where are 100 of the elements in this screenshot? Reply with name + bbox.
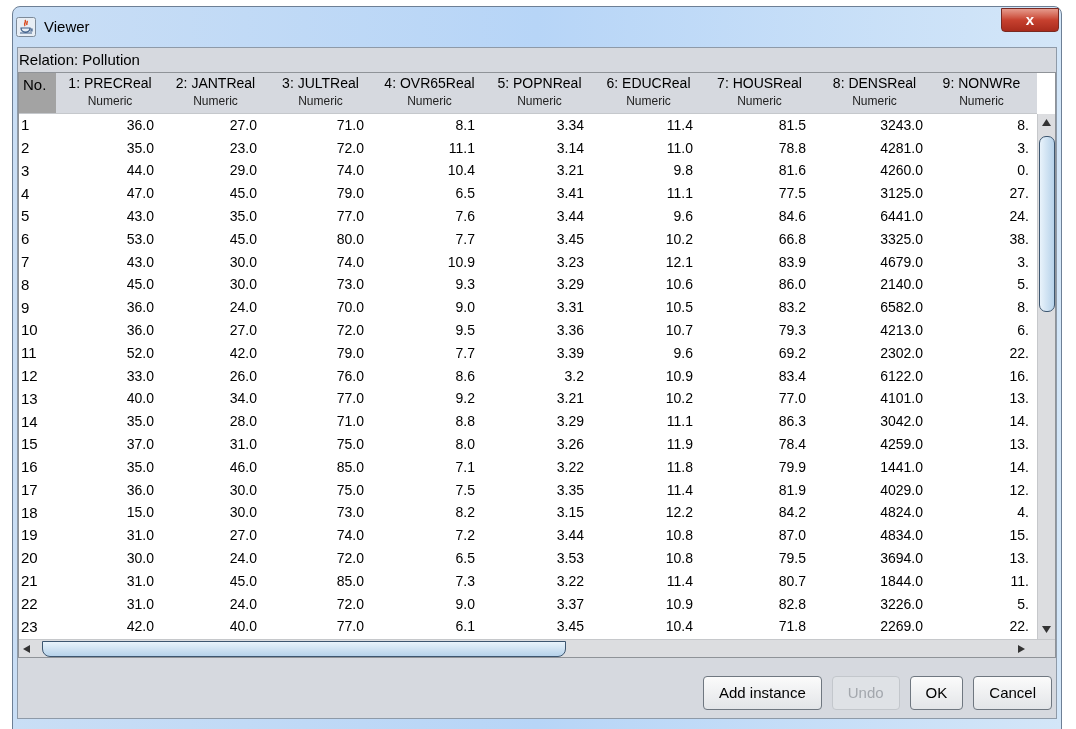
dialog-button[interactable]: OK xyxy=(909,676,964,710)
column-header[interactable]: No. xyxy=(19,73,56,113)
table-cell-text: 76.0 xyxy=(335,366,365,386)
table-cell-text: 9.6 xyxy=(672,343,694,363)
row-number: 7 xyxy=(20,251,31,272)
table-cell-text: 31.0 xyxy=(125,594,155,614)
column-header[interactable]: 3: JULTReal xyxy=(282,74,359,92)
table-cell-text: 10.9 xyxy=(446,252,476,272)
table-cell-text: 10.8 xyxy=(664,526,694,546)
table-cell-text: 9.2 xyxy=(454,389,476,409)
table-cell-text: 10.9 xyxy=(664,594,694,614)
column-header[interactable]: 6: EDUCReal xyxy=(606,74,691,92)
table-cell-text: 45.0 xyxy=(228,571,258,591)
row-number: 10 xyxy=(20,320,39,341)
table-cell-text: 71.8 xyxy=(777,617,807,637)
scroll-left-icon[interactable] xyxy=(23,644,30,653)
table-cell-text: 9.0 xyxy=(454,594,476,614)
table-cell-text: 0. xyxy=(1016,161,1030,181)
column-header[interactable]: 8: DENSReal xyxy=(832,74,917,92)
table-cell-text: 30.0 xyxy=(125,549,155,569)
table-cell-text: 24.0 xyxy=(228,298,258,318)
table-cell-text: 78.8 xyxy=(777,138,807,158)
table-cell-text: 31.0 xyxy=(228,435,258,455)
table-cell-text: 42.0 xyxy=(125,617,155,637)
scrollbar-thumb[interactable] xyxy=(1038,136,1055,312)
table-cell-text: 81.6 xyxy=(777,161,807,181)
table-cell-text: 82.8 xyxy=(777,594,807,614)
row-number: 16 xyxy=(20,457,39,478)
table-cell-text: 7.7 xyxy=(454,343,476,363)
table-cell-text: 12.1 xyxy=(664,252,694,272)
table-cell-text: 35.0 xyxy=(125,412,155,432)
table-cell-text: 36.0 xyxy=(125,115,155,135)
column-header[interactable]: 5: POPNReal xyxy=(497,74,582,92)
table-cell-text: 1441.0 xyxy=(879,457,924,477)
scroll-up-icon[interactable] xyxy=(1042,119,1051,126)
table-cell-text: 3.22 xyxy=(555,571,585,591)
table-cell-text: 3243.0 xyxy=(879,115,924,135)
table-cell-text: 79.0 xyxy=(335,184,365,204)
row-number: 14 xyxy=(20,411,39,432)
table-cell-text: 4281.0 xyxy=(879,138,924,158)
table-cell-text: 83.4 xyxy=(777,366,807,386)
table-cell-text: 70.0 xyxy=(335,298,365,318)
table-cell-text: 35.0 xyxy=(228,207,258,227)
table-cell-text: 4213.0 xyxy=(879,321,924,341)
table-cell-text: 44.0 xyxy=(125,161,155,181)
table-cell-text: 8.0 xyxy=(454,435,476,455)
table-cell-text: 3.2 xyxy=(563,366,585,386)
table-cell-text: 6.5 xyxy=(454,184,476,204)
table-cell-text: 72.0 xyxy=(335,138,365,158)
table-cell-text: 30.0 xyxy=(228,275,258,295)
table-cell-text: 23.0 xyxy=(228,138,258,158)
table-cell-text: 7.1 xyxy=(454,457,476,477)
table-cell-text: 3.53 xyxy=(555,549,585,569)
relation-label: Relation: Pollution xyxy=(18,50,141,70)
table-cell-text: 6582.0 xyxy=(879,298,924,318)
row-number: 11 xyxy=(20,343,38,364)
table-cell-text: 80.0 xyxy=(335,229,365,249)
table-cell-text: 11.1 xyxy=(447,138,476,158)
table-cell-text: 37.0 xyxy=(125,435,155,455)
table-cell-text: 2302.0 xyxy=(879,343,924,363)
dialog-button[interactable]: Add instance xyxy=(703,676,822,710)
dialog-button[interactable]: Cancel xyxy=(973,676,1052,710)
table-cell-text: 79.9 xyxy=(777,457,807,477)
column-type-label: Numeric xyxy=(959,93,1004,110)
coffee-cup-icon xyxy=(16,17,36,37)
table-cell-text: 3.39 xyxy=(555,343,585,363)
table-cell-text: 15. xyxy=(1008,526,1030,546)
column-header[interactable]: 1: PRECReal xyxy=(68,74,152,92)
table-cell-text: 45.0 xyxy=(228,184,258,204)
column-header[interactable]: 2: JANTReal xyxy=(175,74,256,92)
row-number: 1 xyxy=(20,115,31,136)
table-cell-text: 79.3 xyxy=(777,321,807,341)
table-cell-text: 6.5 xyxy=(454,549,476,569)
table-cell-text: 86.0 xyxy=(777,275,807,295)
horizontal-scrollbar[interactable] xyxy=(19,639,1055,657)
column-header[interactable]: 7: HOUSReal xyxy=(717,74,802,92)
table-cell-text: 28.0 xyxy=(228,412,258,432)
table-cell-text: 6122.0 xyxy=(879,366,924,386)
column-header[interactable]: 9: NONWRe xyxy=(942,74,1021,92)
table-cell-text: 27. xyxy=(1008,184,1030,204)
table-cell-text: 3.45 xyxy=(555,229,585,249)
row-number: 18 xyxy=(20,502,39,523)
vertical-scrollbar[interactable] xyxy=(1037,114,1055,639)
table-cell-text: 7.6 xyxy=(454,207,476,227)
table-cell-text: 3. xyxy=(1016,252,1030,272)
scroll-right-icon[interactable] xyxy=(1018,644,1025,653)
close-button[interactable]: x xyxy=(1001,8,1059,32)
column-type-label: Numeric xyxy=(852,93,897,110)
column-header[interactable]: 4: OVR65Real xyxy=(384,74,475,92)
table-cell-text: 7.5 xyxy=(454,480,476,500)
row-number: 21 xyxy=(20,571,39,592)
table-cell-text: 11.8 xyxy=(665,457,694,477)
table-cell-text: 72.0 xyxy=(335,549,365,569)
table-cell-text: 42.0 xyxy=(228,343,258,363)
table-cell-text: 13. xyxy=(1008,389,1030,409)
row-number: 15 xyxy=(20,434,39,455)
column-type-label: Numeric xyxy=(517,93,562,110)
scrollbar-thumb[interactable] xyxy=(42,640,566,657)
table-cell-text: 85.0 xyxy=(335,457,365,477)
scroll-down-icon[interactable] xyxy=(1042,626,1051,633)
